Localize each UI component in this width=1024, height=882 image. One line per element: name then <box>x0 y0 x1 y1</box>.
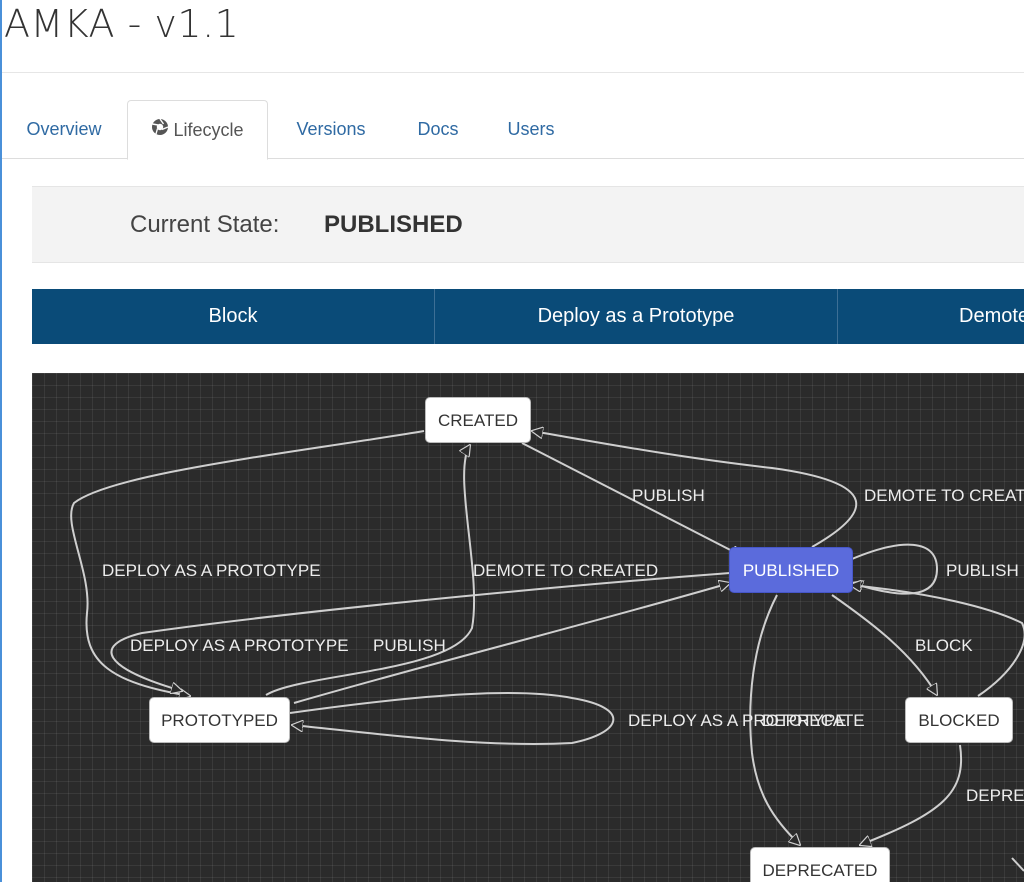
tab-bar: Overview Lifecycle Versions Docs Users <box>2 100 1024 160</box>
tab-lifecycle[interactable]: Lifecycle <box>127 100 268 160</box>
edge-label-deprecate: DEPRE <box>966 786 1024 805</box>
edge-prototyped-to-published <box>293 583 730 704</box>
block-button[interactable]: Block <box>32 289 435 344</box>
lifecycle-edges <box>70 373 1024 872</box>
edge-label-block: BLOCK <box>915 636 973 655</box>
tab-lifecycle-label: Lifecycle <box>173 120 244 140</box>
current-state-value: PUBLISHED <box>324 211 463 238</box>
edge-prototyped-self <box>289 692 615 745</box>
lifecycle-diagram: CREATED PUBLISHED PROTOTYPED BLOCKED DEP… <box>32 373 1024 882</box>
current-state-label: Current State: <box>130 211 280 238</box>
lifecycle-action-bar: Block Deploy as a Prototype Demote <box>32 289 1024 344</box>
node-created[interactable]: CREATED <box>425 397 531 443</box>
node-prototyped[interactable]: PROTOTYPED <box>149 697 290 743</box>
edge-label-publish: PUBLISH <box>373 636 446 655</box>
edge-label-publish: PUBLISH <box>632 486 705 505</box>
edge-label-publish: PUBLISH <box>946 561 1019 580</box>
tab-overview[interactable]: Overview <box>24 100 104 158</box>
lifecycle-icon <box>151 101 169 159</box>
node-published[interactable]: PUBLISHED <box>729 547 853 593</box>
node-blocked[interactable]: BLOCKED <box>905 697 1013 743</box>
edge-blocked-to-deprecated <box>860 744 963 845</box>
tab-docs-label: Docs <box>417 119 459 139</box>
edge-label-deprecate: DEPRECATE <box>762 711 865 730</box>
edge-label-demote-to-created: DEMOTE TO CREATED <box>473 561 659 580</box>
demote-button[interactable]: Demote <box>838 289 1024 344</box>
edge-published-to-prototyped <box>110 572 731 691</box>
title-divider <box>2 72 1024 73</box>
deploy-prototype-button[interactable]: Deploy as a Prototype <box>435 289 838 344</box>
tab-overview-label: Overview <box>26 119 102 139</box>
edge-label-demote-to-created: DEMOTE TO CREAT <box>864 486 1024 505</box>
page-title: AMKA - v1.1 <box>4 2 240 46</box>
tab-versions[interactable]: Versions <box>292 100 370 158</box>
node-deprecated[interactable]: DEPRECATED <box>750 847 890 882</box>
edge-label-deploy-as-prototype: DEPLOY AS A PROTOTYPE <box>102 561 321 580</box>
tab-docs[interactable]: Docs <box>414 100 462 158</box>
tab-versions-label: Versions <box>296 119 366 139</box>
edge-label-deploy-as-prototype: DEPLOY AS A PROTOTYPE <box>130 636 349 655</box>
current-state-panel: Current State: PUBLISHED <box>32 186 1024 263</box>
tab-users[interactable]: Users <box>505 100 557 158</box>
edge-offscreen-right <box>1011 857 1024 872</box>
tab-users-label: Users <box>507 119 555 139</box>
